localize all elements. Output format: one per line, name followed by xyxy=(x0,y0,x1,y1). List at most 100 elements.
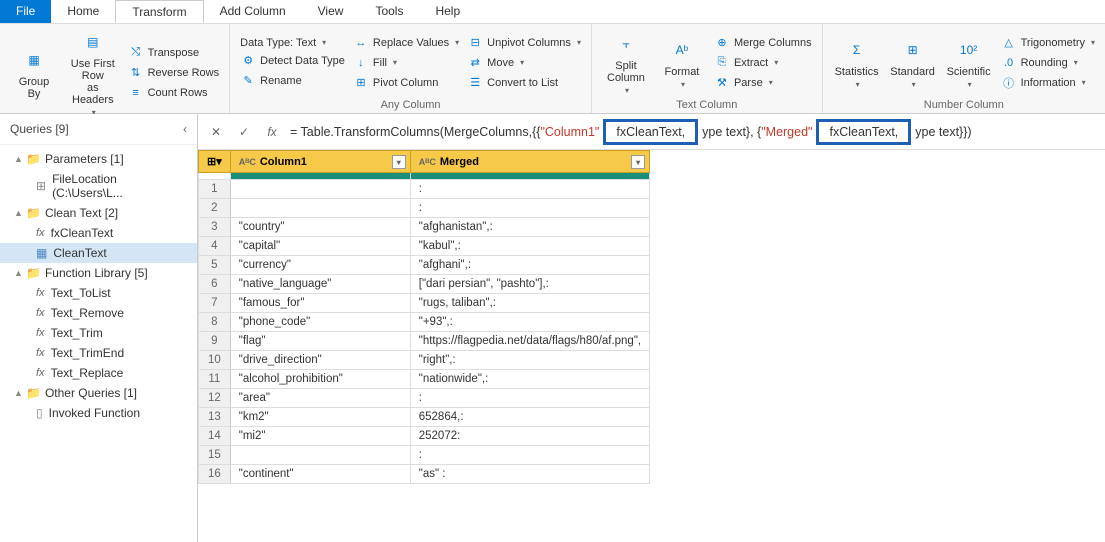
row-number[interactable]: 13 xyxy=(199,408,231,427)
reverse-rows-button[interactable]: ⇅Reverse Rows xyxy=(128,65,220,81)
corner-cell[interactable]: ⊞▾ xyxy=(199,151,231,173)
cell-column1[interactable]: "native_language" xyxy=(230,275,410,294)
tree-item[interactable]: fxText_Trim xyxy=(0,323,197,343)
information-button[interactable]: ⓘInformation xyxy=(1001,75,1095,91)
cell-merged[interactable]: 652864,: xyxy=(410,408,649,427)
tab-file[interactable]: File xyxy=(0,0,51,23)
cell-merged[interactable]: : xyxy=(410,180,649,199)
tree-item[interactable]: fxfxCleanText xyxy=(0,223,197,243)
table-row[interactable]: 14 "mi2"252072: xyxy=(199,427,650,446)
cell-merged[interactable]: "kabul",: xyxy=(410,237,649,256)
cell-merged[interactable]: "nationwide",: xyxy=(410,370,649,389)
queries-header[interactable]: Queries [9] ‹ xyxy=(0,114,197,145)
cell-merged[interactable]: 252072: xyxy=(410,427,649,446)
cell-merged[interactable]: : xyxy=(410,446,649,465)
tree-item[interactable]: fxText_TrimEnd xyxy=(0,343,197,363)
cell-column1[interactable]: "alcohol_prohibition" xyxy=(230,370,410,389)
detect-type-button[interactable]: ⚙Detect Data Type xyxy=(240,53,345,69)
tab-tools[interactable]: Tools xyxy=(359,0,419,23)
tab-help[interactable]: Help xyxy=(419,0,476,23)
scientific-button[interactable]: 10² Scientific xyxy=(945,28,993,97)
filter-icon[interactable]: ▾ xyxy=(631,155,645,169)
accept-formula-button[interactable]: ✓ xyxy=(234,122,254,142)
cell-column1[interactable] xyxy=(230,180,410,199)
table-row[interactable]: 7"famous_for""rugs, taliban",: xyxy=(199,294,650,313)
split-column-button[interactable]: ⫟ Split Column xyxy=(602,28,650,97)
tree-item[interactable]: fxText_Remove xyxy=(0,303,197,323)
row-number[interactable]: 9 xyxy=(199,332,231,351)
tree-group[interactable]: ▲📁Clean Text [2] xyxy=(0,203,197,223)
trig-button[interactable]: △Trigonometry xyxy=(1001,35,1095,51)
row-number[interactable]: 5 xyxy=(199,256,231,275)
cell-column1[interactable]: "area" xyxy=(230,389,410,408)
cell-merged[interactable]: "afghani",: xyxy=(410,256,649,275)
table-row[interactable]: 11"alcohol_prohibition""nationwide",: xyxy=(199,370,650,389)
rename-button[interactable]: ✎Rename xyxy=(240,73,345,89)
unpivot-button[interactable]: ⊟Unpivot Columns xyxy=(467,35,581,51)
table-row[interactable]: 6"native_language"["dari persian", "pash… xyxy=(199,275,650,294)
cell-merged[interactable]: "https://flagpedia.net/data/flags/h80/af… xyxy=(410,332,649,351)
fill-button[interactable]: ↓Fill xyxy=(353,55,459,71)
cancel-formula-button[interactable]: ✕ xyxy=(206,122,226,142)
tree-item[interactable]: ▦CleanText xyxy=(0,243,197,263)
cell-merged[interactable]: ["dari persian", "pashto"],: xyxy=(410,275,649,294)
cell-column1[interactable]: "famous_for" xyxy=(230,294,410,313)
table-row[interactable]: 4"capital""kabul",: xyxy=(199,237,650,256)
filter-icon[interactable]: ▾ xyxy=(392,155,406,169)
row-number[interactable]: 15 xyxy=(199,446,231,465)
table-row[interactable]: 2: xyxy=(199,199,650,218)
cell-column1[interactable]: "km2" xyxy=(230,408,410,427)
cell-merged[interactable]: "afghanistan",: xyxy=(410,218,649,237)
table-row[interactable]: 15: xyxy=(199,446,650,465)
tree-group[interactable]: ▲📁Function Library [5] xyxy=(0,263,197,283)
cell-column1[interactable]: "capital" xyxy=(230,237,410,256)
format-button[interactable]: Aᵇ Format xyxy=(658,28,706,97)
table-row[interactable]: 8"phone_code""+93",: xyxy=(199,313,650,332)
cell-merged[interactable]: : xyxy=(410,199,649,218)
formula-input[interactable]: = Table.TransformColumns(MergeColumns,{{… xyxy=(290,119,1097,145)
tree-item[interactable]: ⊞FileLocation (C:\Users\L... xyxy=(0,169,197,203)
cell-merged[interactable]: "rugs, taliban",: xyxy=(410,294,649,313)
cell-merged[interactable]: "as" : xyxy=(410,465,649,484)
cell-column1[interactable]: "continent" xyxy=(230,465,410,484)
standard-button[interactable]: ⊞ Standard xyxy=(889,28,937,97)
replace-values-button[interactable]: ↔Replace Values xyxy=(353,35,459,51)
row-number[interactable]: 1 xyxy=(199,180,231,199)
tab-view[interactable]: View xyxy=(302,0,360,23)
row-number[interactable]: 2 xyxy=(199,199,231,218)
row-number[interactable]: 12 xyxy=(199,389,231,408)
table-row[interactable]: 9"flag""https://flagpedia.net/data/flags… xyxy=(199,332,650,351)
table-row[interactable]: 12"area": xyxy=(199,389,650,408)
cell-merged[interactable]: : xyxy=(410,389,649,408)
parse-button[interactable]: ⚒Parse xyxy=(714,75,812,91)
use-first-row-button[interactable]: ▤ Use First Row as Headers xyxy=(66,28,120,117)
row-number[interactable]: 16 xyxy=(199,465,231,484)
cell-merged[interactable]: "+93",: xyxy=(410,313,649,332)
cell-column1[interactable]: "flag" xyxy=(230,332,410,351)
transpose-button[interactable]: ⤭Transpose xyxy=(128,45,220,61)
cell-column1[interactable]: "mi2" xyxy=(230,427,410,446)
row-number[interactable]: 3 xyxy=(199,218,231,237)
row-number[interactable]: 14 xyxy=(199,427,231,446)
data-table-area[interactable]: ⊞▾ AᴮCColumn1▾ AᴮCMerged▾ 1:2:3"country"… xyxy=(198,150,1105,542)
rounding-button[interactable]: .0Rounding xyxy=(1001,55,1095,71)
row-number[interactable]: 8 xyxy=(199,313,231,332)
cell-column1[interactable]: "phone_code" xyxy=(230,313,410,332)
tree-group[interactable]: ▲📁Other Queries [1] xyxy=(0,383,197,403)
move-button[interactable]: ⇄Move xyxy=(467,55,581,71)
count-rows-button[interactable]: ≡Count Rows xyxy=(128,85,220,101)
tree-item[interactable]: fxText_ToList xyxy=(0,283,197,303)
merge-columns-button[interactable]: ⊕Merge Columns xyxy=(714,35,812,51)
row-number[interactable]: 4 xyxy=(199,237,231,256)
cell-column1[interactable]: "country" xyxy=(230,218,410,237)
tree-item[interactable]: ▯Invoked Function xyxy=(0,403,197,423)
tree-group[interactable]: ▲📁Parameters [1] xyxy=(0,149,197,169)
table-row[interactable]: 3"country""afghanistan",: xyxy=(199,218,650,237)
tab-home[interactable]: Home xyxy=(51,0,115,23)
tab-add-column[interactable]: Add Column xyxy=(204,0,302,23)
row-number[interactable]: 7 xyxy=(199,294,231,313)
group-by-button[interactable]: ▦ Group By xyxy=(10,28,58,117)
table-row[interactable]: 10"drive_direction""right",: xyxy=(199,351,650,370)
data-type-button[interactable]: Data Type: Text xyxy=(240,37,345,49)
cell-column1[interactable]: "currency" xyxy=(230,256,410,275)
